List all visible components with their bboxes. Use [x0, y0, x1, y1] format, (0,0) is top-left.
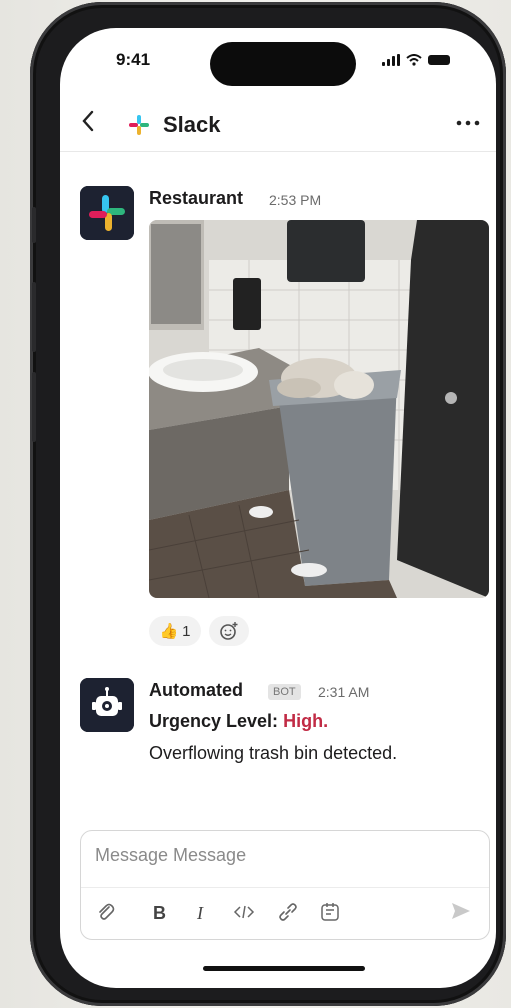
message-timestamp: 2:53 PM [269, 192, 322, 208]
urgency-label: Urgency Level: [149, 711, 279, 731]
attach-icon[interactable] [95, 901, 115, 925]
reaction-count: 1 [182, 622, 191, 640]
chevron-left-icon[interactable] [80, 108, 96, 141]
send-icon[interactable] [449, 899, 473, 928]
volume-down-button [32, 372, 36, 442]
link-icon[interactable] [277, 901, 299, 925]
thumbs-up-icon: 👍 [159, 623, 179, 640]
message-image[interactable] [149, 220, 489, 598]
urgency-value: High [283, 711, 324, 731]
chat-header: Slack [60, 102, 496, 152]
wifi-icon [406, 54, 422, 66]
phone-screen: 9:41 Slack Restaurant 2:53 PM 👍 1 Automa… [60, 28, 496, 988]
status-time: 9:41 [116, 50, 151, 69]
avatar-automated-bot[interactable] [80, 678, 134, 732]
signal-icon [382, 54, 400, 66]
urgency-suffix: . [323, 711, 329, 731]
reaction-thumbs-up[interactable]: 👍 1 [149, 616, 201, 646]
message-composer: B I [80, 830, 490, 940]
slack-logo-icon [80, 186, 134, 240]
bot-badge: BOT [268, 684, 301, 700]
home-indicator[interactable] [203, 966, 365, 971]
add-emoji-icon [220, 622, 238, 640]
message-input[interactable] [95, 845, 465, 866]
channel-title[interactable]: Slack [163, 112, 221, 138]
composer-divider [81, 887, 489, 888]
message-timestamp: 2:31 AM [318, 684, 370, 700]
sender-name[interactable]: Automated [149, 680, 243, 701]
status-bar: 9:41 [60, 28, 496, 98]
sender-name[interactable]: Restaurant [149, 188, 243, 209]
message-text: Overflowing trash bin detected. [149, 743, 398, 763]
bold-button[interactable]: B [153, 901, 166, 925]
italic-button[interactable]: I [197, 901, 203, 925]
dynamic-island [210, 42, 356, 86]
snippet-icon[interactable] [319, 901, 341, 925]
mute-switch [32, 207, 36, 243]
code-icon[interactable] [233, 901, 255, 925]
volume-up-button [32, 282, 36, 352]
ellipsis-icon[interactable] [454, 106, 482, 143]
robot-icon [80, 678, 134, 732]
urgency-line: Urgency Level: High. [149, 711, 328, 732]
add-reaction-button[interactable] [209, 616, 249, 646]
status-icons [382, 52, 450, 68]
restroom-photo [149, 220, 489, 598]
avatar-restaurant[interactable] [80, 186, 134, 240]
battery-icon [428, 55, 450, 65]
slack-logo-icon [129, 115, 149, 135]
